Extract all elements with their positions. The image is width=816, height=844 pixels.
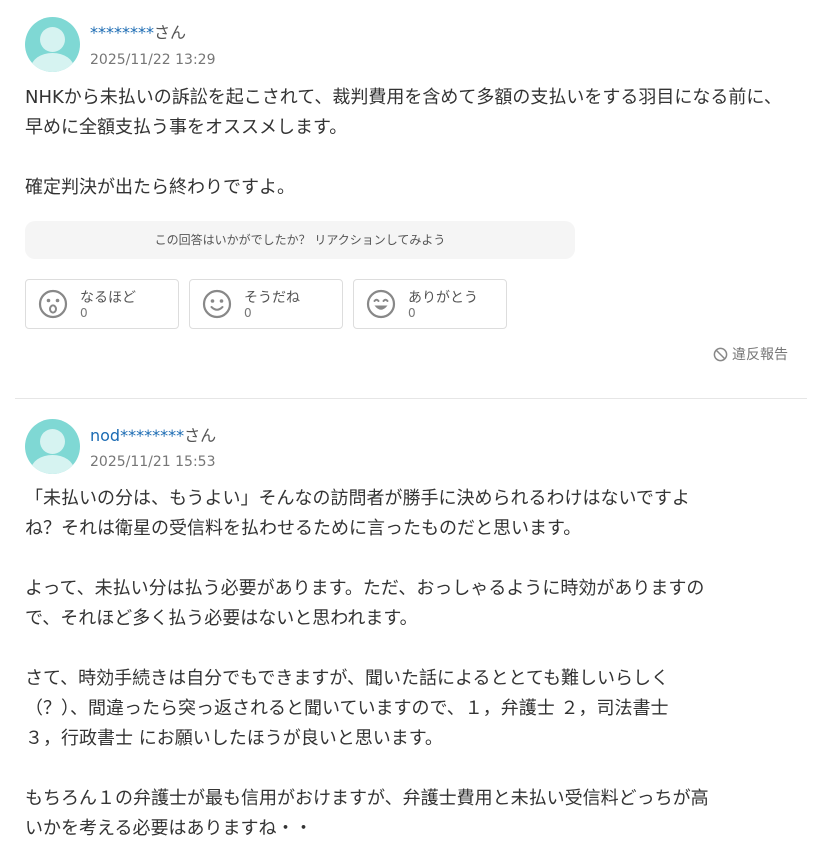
grin-face-icon [366,289,396,319]
answer-paragraph: NHKから未払いの訴訟を起こされて、裁判費用を含めて多額の支払いをする羽目になる… [25,87,782,138]
answer-line: さて、時効手続きは自分でもできますが、聞いた話によるととても難しいらしく [25,668,670,689]
answer-text: 「未払いの分は、もうよい」そんなの訪問者が勝手に決められるわけはないですよ ね？… [25,484,795,844]
answer-line [25,634,795,664]
answer-line [25,754,795,784]
prohibited-icon [713,347,728,362]
avatar-body [31,455,74,474]
avatar-head [40,429,65,454]
username[interactable]: ********さん [90,19,186,43]
avatar[interactable] [25,17,80,72]
avatar-head [40,27,65,52]
reaction-label: そうだね [244,290,300,306]
answer-line: ３，行政書士 にお願いしたほうが良いと思います。 [25,728,443,749]
avatar[interactable] [25,419,80,474]
username[interactable]: nod********さん [90,422,216,446]
answer-divider [15,398,807,399]
answer-paragraph: 確定判決が出たら終わりですよ。 [25,177,295,198]
reaction-prompt: この回答はいかがでしたか？ リアクションしてみよう [25,221,575,259]
reaction-count: 0 [80,306,88,320]
reaction-soudane-button[interactable]: そうだね 0 [189,279,343,329]
answer-line [25,544,795,574]
username-text[interactable]: ******** [90,23,154,42]
answer-line: で、それほど多く払う必要はないと思われます。 [25,608,418,629]
answer-line: ね？それは衛星の受信料を払わせるために言ったものだと思います。 [25,518,582,539]
answer-line: もちろん１の弁護士が最も信用がおけますが、弁護士費用と未払い受信料どっちが高 [25,788,709,809]
surprised-face-icon [38,289,68,319]
reaction-label: なるほど [80,290,136,306]
honorific: さん [184,426,217,445]
honorific: さん [154,23,187,42]
answer-line: （？）、間違ったら突っ返されると聞いていますので、１，弁護士 ２，司法書士 [25,698,669,719]
post-date: 2025/11/21 15:53 [90,454,216,470]
reaction-label: ありがとう [408,290,478,306]
answer-line: よって、未払い分は払う必要があります。ただ、おっしゃるように時効がありますの [25,578,705,599]
avatar-body [31,53,74,72]
post-date: 2025/11/22 13:29 [90,52,216,68]
answer-text: NHKから未払いの訴訟を起こされて、裁判費用を含めて多額の支払いをする羽目になる… [25,83,795,203]
reaction-count: 0 [244,306,252,320]
answer-line: 「未払いの分は、もうよい」そんなの訪問者が勝手に決められるわけはないですよ [25,488,690,509]
username-text[interactable]: nod******** [90,426,184,445]
reaction-count: 0 [408,306,416,320]
reaction-arigatou-button[interactable]: ありがとう 0 [353,279,507,329]
answer-line: いかを考える必要はありますね・・ [25,818,313,839]
report-label[interactable]: 違反報告 [732,347,788,363]
smile-face-icon [202,289,232,319]
report-link[interactable]: 違反報告 [713,344,788,364]
reaction-naruhodo-button[interactable]: なるほど 0 [25,279,179,329]
